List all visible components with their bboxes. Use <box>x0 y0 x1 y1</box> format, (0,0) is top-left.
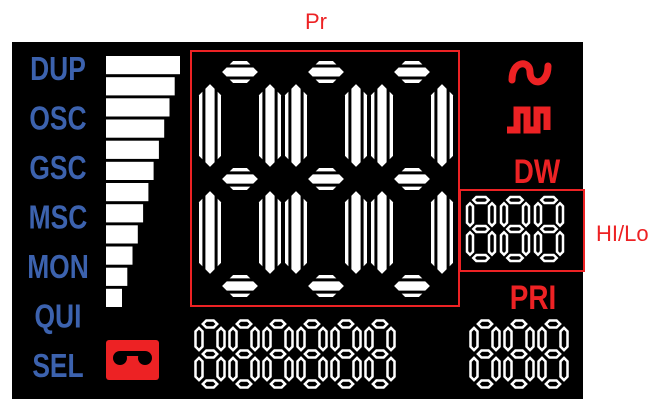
signal-bar-segment <box>106 183 149 202</box>
mode-label-msc: MSC <box>29 200 88 236</box>
mode-label-dup: DUP <box>30 51 86 87</box>
mode-label-column: DUP OSC GSC MSC MON QUI SEL <box>27 51 89 384</box>
signal-bar-segment <box>106 225 138 244</box>
signal-bar-segment <box>106 77 175 96</box>
lcd-figure: Pr HI/Lo DUP OSC GSC MSC MON QUI SEL DW PRI <box>12 9 649 399</box>
signal-bar-segment <box>106 140 159 159</box>
signal-bar-segment <box>106 288 122 307</box>
signal-bar-segment <box>106 56 180 75</box>
mode-label-gsc: GSC <box>29 150 86 186</box>
mode-label-sel: SEL <box>32 348 83 384</box>
signal-bar-segment <box>106 119 165 138</box>
mode-label-mon: MON <box>27 249 89 285</box>
lcd-diagram: Pr HI/Lo DUP OSC GSC MSC MON QUI SEL DW PRI <box>0 0 659 401</box>
signal-bar-segment <box>106 98 170 117</box>
dw-label: DW <box>514 152 561 190</box>
pri-label: PRI <box>510 278 556 316</box>
mode-label-qui: QUI <box>35 299 82 335</box>
signal-bar-segment <box>106 267 128 286</box>
signal-bar-segment <box>106 204 144 223</box>
cassette-icon <box>106 340 159 380</box>
signal-bar-segment <box>106 246 133 265</box>
callout-hilo-label: HI/Lo <box>596 221 649 246</box>
signal-bar-segment <box>106 161 154 180</box>
callout-pr-label: Pr <box>305 9 327 34</box>
mode-label-osc: OSC <box>29 101 86 137</box>
